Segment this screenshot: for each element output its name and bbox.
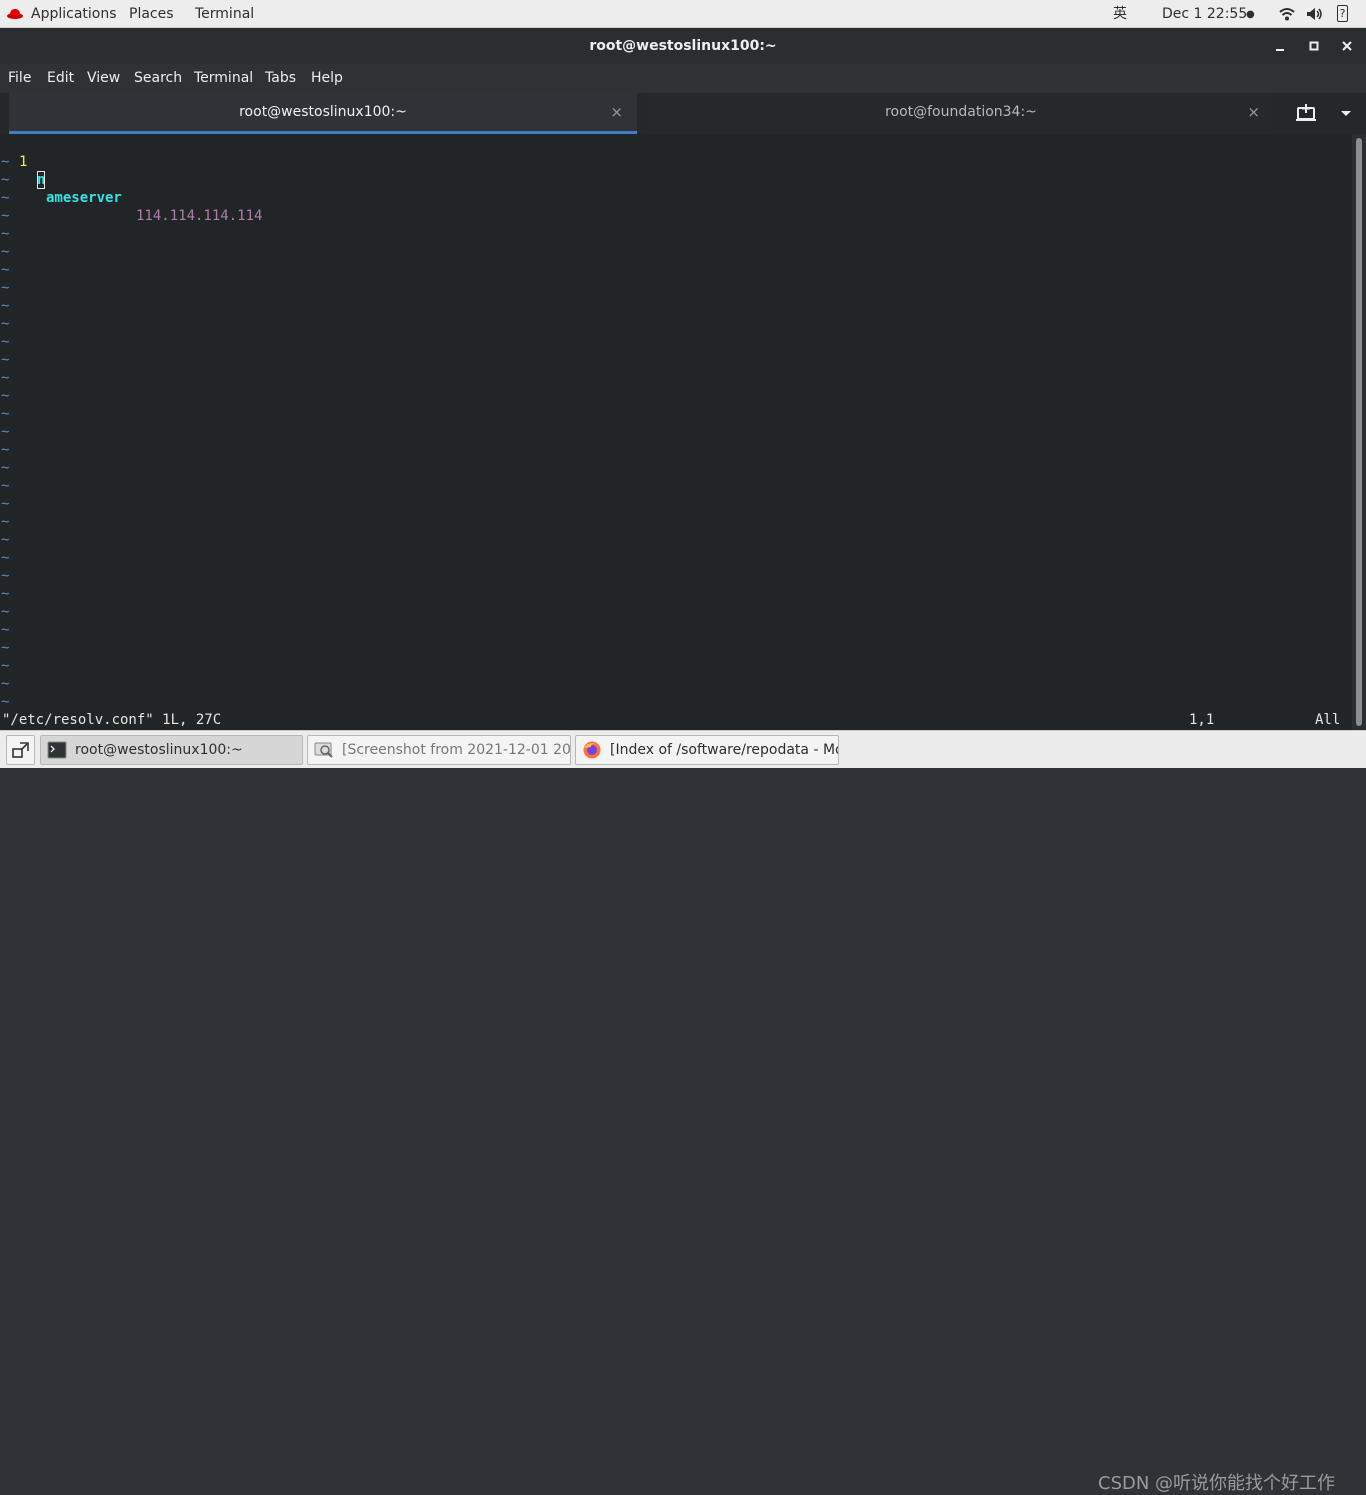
places-menu[interactable]: Places (129, 5, 174, 23)
tilde-marker: ~ (1, 316, 10, 332)
tilde-marker: ~ (1, 442, 10, 458)
tilde-marker: ~ (1, 658, 10, 674)
vim-status-scroll: All (1315, 712, 1341, 728)
taskbar-item-terminal[interactable]: root@westoslinux100:~ (40, 735, 303, 765)
tab-close-icon[interactable]: × (610, 93, 623, 131)
tab-foundation34[interactable]: root@foundation34:~ × (648, 93, 1274, 134)
taskbar-label: root@westoslinux100:~ (75, 742, 243, 758)
menu-tabs[interactable]: Tabs (265, 70, 296, 86)
terminal-app-menu[interactable]: Terminal (195, 5, 254, 23)
taskbar-item-screenshot[interactable]: [Screenshot from 2021-12-01 20-... (307, 735, 571, 765)
tab-bar: root@westoslinux100:~ × root@foundation3… (0, 93, 1366, 134)
tab-label: root@westoslinux100:~ (239, 104, 407, 120)
terminal-view[interactable]: 1 n ameserver 114.114.114.114 ~ ~ ~ ~ ~ ~ ~ ~ ~ ~… (0, 134, 1352, 730)
vim-line-1: 1 n ameserver 114.114.114.114 (0, 135, 262, 224)
tilde-marker: ~ (1, 676, 10, 692)
tilde-marker: ~ (1, 262, 10, 278)
menu-terminal[interactable]: Terminal (194, 70, 253, 86)
taskbar-label: [Screenshot from 2021-12-01 20-... (342, 742, 571, 758)
tilde-marker: ~ (1, 640, 10, 656)
bottom-taskbar: root@westoslinux100:~ [Screenshot from 2… (0, 730, 1366, 1494)
menu-help[interactable]: Help (311, 70, 343, 86)
battery-help-icon[interactable]: ? (1337, 5, 1348, 22)
tilde-marker: ~ (1, 568, 10, 584)
show-desktop-button[interactable] (6, 735, 35, 765)
tilde-marker: ~ (1, 190, 10, 206)
tilde-marker: ~ (1, 172, 10, 188)
tilde-marker: ~ (1, 244, 10, 260)
top-panel: Applications Places Terminal 英 Dec 1 22:… (0, 0, 1366, 28)
screenshot-icon (314, 742, 333, 758)
vim-cursor: n (37, 171, 46, 189)
tilde-marker: ~ (1, 208, 10, 224)
tab-westoslinux100[interactable]: root@westoslinux100:~ × (9, 93, 637, 134)
tilde-marker: ~ (1, 424, 10, 440)
vim-status-position: 1,1 (1189, 712, 1215, 728)
redhat-logo-icon (7, 9, 23, 19)
taskbar-item-firefox[interactable]: [Index of /software/repodata - Mozil... (575, 735, 839, 765)
scrollbar-thumb[interactable] (1356, 138, 1362, 726)
notification-dot-icon: ● (1246, 9, 1255, 20)
tilde-marker: ~ (1, 478, 10, 494)
tilde-marker: ~ (1, 280, 10, 296)
tilde-marker: ~ (1, 370, 10, 386)
applications-menu[interactable]: Applications (31, 5, 117, 23)
tab-close-icon[interactable]: × (1247, 93, 1260, 131)
menu-bar: File Edit View Search Terminal Tabs Help (0, 64, 1366, 93)
close-icon[interactable] (1337, 36, 1357, 56)
tilde-marker: ~ (1, 226, 10, 242)
new-tab-icon[interactable] (1294, 102, 1318, 124)
menu-file[interactable]: File (8, 70, 31, 86)
maximize-icon[interactable] (1304, 36, 1324, 56)
taskbar-label: [Index of /software/repodata - Mozil... (610, 742, 838, 758)
volume-icon[interactable] (1306, 7, 1324, 21)
clock[interactable]: Dec 1 22:55 (1162, 5, 1247, 23)
tilde-marker: ~ (1, 550, 10, 566)
tilde-marker: ~ (1, 460, 10, 476)
tilde-marker: ~ (1, 334, 10, 350)
minimize-icon[interactable] (1270, 36, 1290, 56)
vim-status-file: "/etc/resolv.conf" 1L, 27C (2, 712, 222, 728)
nameserver-value: 114.114.114.114 (136, 208, 263, 224)
tilde-marker: ~ (1, 604, 10, 620)
tilde-marker: ~ (1, 352, 10, 368)
tilde-marker: ~ (1, 406, 10, 422)
tab-label: root@foundation34:~ (885, 104, 1037, 120)
tilde-marker: ~ (1, 694, 10, 710)
watermark: CSDN @听说你能找个好工作 (1098, 1473, 1336, 1494)
terminal-scrollbar[interactable] (1352, 134, 1366, 730)
chevron-down-icon[interactable] (1338, 102, 1354, 124)
line-number: 1 (19, 154, 28, 170)
menu-edit[interactable]: Edit (47, 70, 74, 86)
menu-view[interactable]: View (87, 70, 120, 86)
tilde-marker: ~ (1, 532, 10, 548)
tilde-marker: ~ (1, 496, 10, 512)
tilde-marker: ~ (1, 586, 10, 602)
tilde-marker: ~ (1, 622, 10, 638)
show-desktop-icon (12, 742, 29, 758)
firefox-icon (583, 741, 601, 759)
input-method-indicator[interactable]: 英 (1113, 5, 1127, 23)
tilde-marker: ~ (1, 154, 10, 170)
tilde-marker: ~ (1, 388, 10, 404)
window-titlebar[interactable]: root@westoslinux100:~ (0, 28, 1366, 64)
tilde-marker: ~ (1, 514, 10, 530)
terminal-icon (47, 741, 67, 759)
tilde-marker: ~ (1, 298, 10, 314)
menu-search[interactable]: Search (134, 70, 182, 86)
keyword-nameserver: ameserver (46, 190, 122, 206)
window-title: root@westoslinux100:~ (589, 38, 777, 54)
wifi-icon[interactable] (1279, 7, 1295, 21)
